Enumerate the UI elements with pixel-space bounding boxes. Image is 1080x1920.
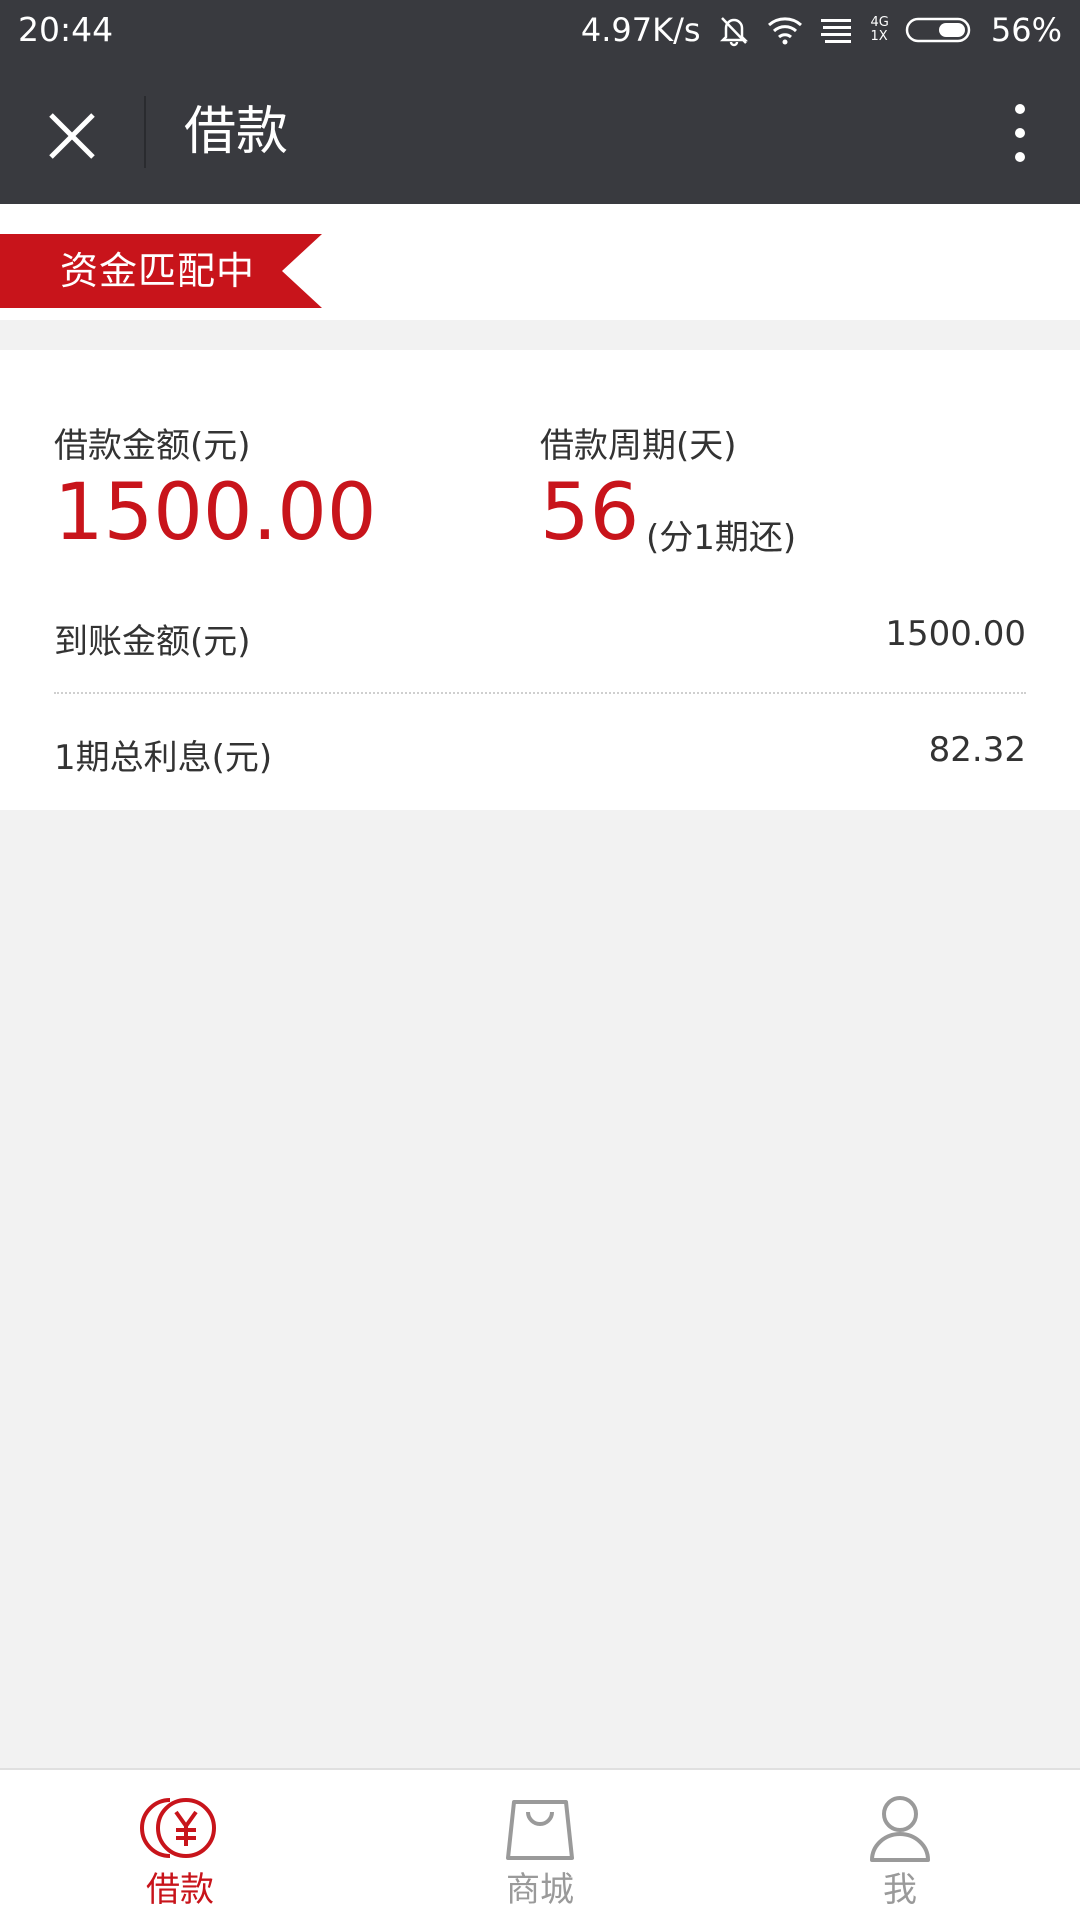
loan-details-card: 借款金额(元) 1500.00 借款周期(天) 56 (分1期还) 到账金额(元…	[0, 350, 1080, 810]
total-interest-value: 82.32	[928, 730, 1026, 770]
loan-term-note: (分1期还)	[646, 518, 797, 558]
signal-icon	[819, 15, 855, 45]
received-amount-value: 1500.00	[885, 614, 1026, 654]
battery-percent: 56%	[990, 11, 1062, 49]
status-indicators: 4.97K/s 4G 1X 56%	[581, 8, 1062, 52]
title-bar: 借款	[0, 62, 1080, 204]
more-dot	[1015, 152, 1025, 162]
loan-amount-label: 借款金额(元)	[54, 426, 251, 466]
bottom-tab-bar: 借款 商城 我	[0, 1768, 1080, 1920]
row-divider	[54, 692, 1026, 694]
wifi-icon	[767, 15, 803, 45]
tab-loan-label: 借款	[146, 1870, 214, 1910]
more-options-button[interactable]	[1000, 98, 1040, 168]
loan-amount-value: 1500.00	[54, 468, 377, 558]
more-dot	[1015, 104, 1025, 114]
yuan-coin-icon	[140, 1798, 216, 1858]
network-type: 4G 1X	[870, 15, 889, 44]
tab-mall-label: 商城	[506, 1870, 574, 1910]
tab-me-label: 我	[883, 1870, 917, 1910]
loan-term-value: 56	[540, 468, 640, 558]
status-ribbon-text: 资金匹配中	[60, 249, 256, 293]
mute-bell-icon	[717, 13, 751, 47]
status-section: 资金匹配中	[0, 204, 1080, 320]
status-bar: 20:44 4.97K/s 4G 1X 56%	[0, 0, 1080, 62]
tab-loan[interactable]: 借款	[0, 1770, 360, 1920]
tab-me[interactable]: 我	[720, 1770, 1080, 1920]
page-title: 借款	[184, 102, 289, 162]
total-interest-label: 1期总利息(元)	[54, 738, 273, 778]
title-divider	[144, 96, 146, 168]
status-ribbon: 资金匹配中	[0, 234, 322, 308]
tab-mall[interactable]: 商城	[360, 1770, 720, 1920]
more-dot	[1015, 128, 1025, 138]
shopping-bag-icon	[506, 1800, 574, 1860]
close-button[interactable]	[34, 98, 110, 174]
loan-term-label: 借款周期(天)	[540, 426, 737, 466]
status-time: 20:44	[18, 10, 114, 49]
close-icon	[49, 113, 95, 159]
battery-icon	[905, 15, 975, 45]
person-icon	[870, 1796, 930, 1862]
net-speed: 4.97K/s	[580, 11, 701, 49]
received-amount-label: 到账金额(元)	[54, 622, 251, 662]
